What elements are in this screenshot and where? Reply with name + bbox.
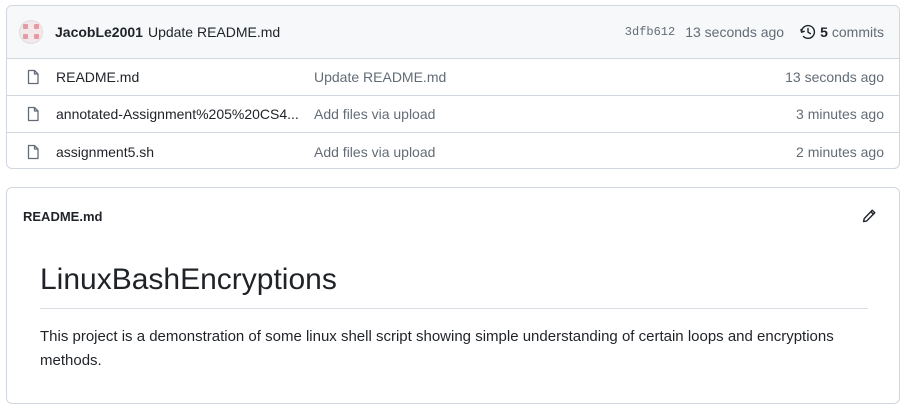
commit-time: 13 seconds ago xyxy=(685,24,785,40)
file-row[interactable]: annotated-Assignment%205%20CS4... Add fi… xyxy=(7,96,899,133)
file-time: 3 minutes ago xyxy=(796,106,884,122)
commits-label: commits xyxy=(831,24,884,40)
history-icon xyxy=(800,24,816,39)
file-time: 2 minutes ago xyxy=(796,143,884,160)
file-icon xyxy=(27,144,39,159)
file-commit-message-link[interactable]: Update README.md xyxy=(314,69,785,85)
readme-header: README.md xyxy=(7,188,899,244)
file-row[interactable]: assignment5.sh Add files via upload 2 mi… xyxy=(7,133,899,168)
pencil-icon xyxy=(862,209,876,223)
file-name-link[interactable]: assignment5.sh xyxy=(56,144,299,160)
edit-readme-button[interactable] xyxy=(861,208,877,224)
file-name-link[interactable]: README.md xyxy=(56,69,299,85)
readme-paragraph: This project is a demonstration of some … xyxy=(40,328,834,369)
readme-content: LinuxBashEncryptions This project is a d… xyxy=(7,244,899,373)
file-icon xyxy=(27,106,39,122)
file-listing: JacobLe2001 Update README.md 3dfb612 13 … xyxy=(6,5,900,169)
file-row[interactable]: README.md Update README.md 13 seconds ag… xyxy=(7,59,899,96)
file-commit-message-link[interactable]: Add files via upload xyxy=(314,106,796,122)
file-commit-message-link[interactable]: Add files via upload xyxy=(314,144,796,160)
file-icon xyxy=(27,69,39,85)
readme-heading: LinuxBashEncryptions xyxy=(40,262,868,309)
avatar[interactable] xyxy=(19,20,43,44)
readme-filename-link[interactable]: README.md xyxy=(23,209,861,224)
latest-commit-bar: JacobLe2001 Update README.md 3dfb612 13 … xyxy=(7,6,899,59)
commits-count: 5 xyxy=(820,24,828,40)
commit-message-link[interactable]: Update README.md xyxy=(148,24,280,40)
file-time: 13 seconds ago xyxy=(785,69,884,85)
file-name-link[interactable]: annotated-Assignment%205%20CS4... xyxy=(56,106,299,122)
commit-author-link[interactable]: JacobLe2001 xyxy=(55,24,143,40)
commit-sha-link[interactable]: 3dfb612 xyxy=(625,25,675,39)
readme-panel: README.md LinuxBashEncryptions This proj… xyxy=(6,187,900,404)
commits-history-link[interactable]: 5 commits xyxy=(800,24,884,40)
